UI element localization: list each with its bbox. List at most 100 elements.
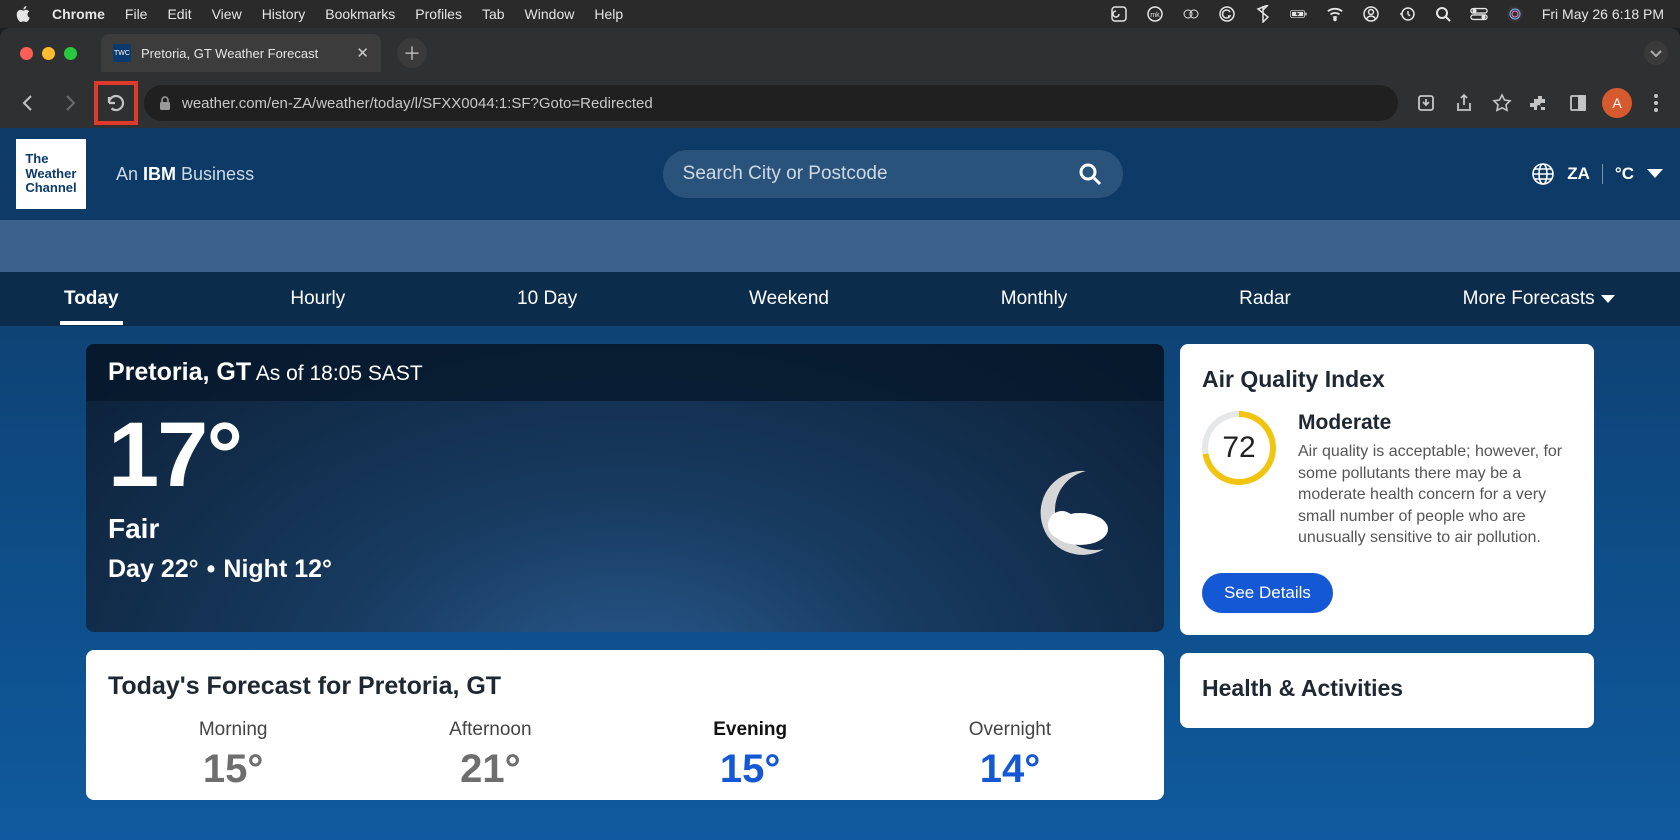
- see-details-button[interactable]: See Details: [1202, 573, 1333, 613]
- sidepanel-icon[interactable]: [1564, 89, 1592, 117]
- menu-tab[interactable]: Tab: [482, 6, 505, 22]
- tab-weekend[interactable]: Weekend: [745, 274, 833, 324]
- aqi-level: Moderate: [1298, 411, 1572, 435]
- period-afternoon[interactable]: Afternoon 21°: [449, 719, 531, 792]
- site-header: The Weather Channel An IBM Business Sear…: [0, 128, 1680, 220]
- back-button[interactable]: [10, 85, 46, 121]
- url-text: weather.com/en-ZA/weather/today/l/SFXX00…: [182, 95, 653, 112]
- menubar-status-icon[interactable]: mk: [1146, 5, 1164, 23]
- wifi-icon[interactable]: [1326, 5, 1344, 23]
- period-overnight[interactable]: Overnight 14°: [969, 719, 1051, 792]
- locale-selector[interactable]: ZA °C: [1531, 162, 1664, 186]
- menubar-app-name[interactable]: Chrome: [52, 6, 105, 22]
- forecast-tabs: Today Hourly 10 Day Weekend Monthly Rada…: [0, 272, 1680, 326]
- menu-bookmarks[interactable]: Bookmarks: [325, 6, 395, 22]
- aqi-gauge: 72: [1202, 411, 1276, 485]
- health-title: Health & Activities: [1202, 675, 1572, 702]
- extensions-icon[interactable]: [1526, 89, 1554, 117]
- period-morning[interactable]: Morning 15°: [199, 719, 268, 792]
- menu-edit[interactable]: Edit: [167, 6, 191, 22]
- search-input[interactable]: Search City or Postcode: [663, 150, 1123, 198]
- address-bar[interactable]: weather.com/en-ZA/weather/today/l/SFXX00…: [144, 85, 1398, 121]
- minimize-window-button[interactable]: [42, 47, 55, 60]
- page-content: The Weather Channel An IBM Business Sear…: [0, 128, 1680, 840]
- air-quality-card: Air Quality Index 72 Moderate Air qualit…: [1180, 344, 1594, 635]
- bluetooth-icon[interactable]: [1254, 5, 1272, 23]
- search-icon[interactable]: [1077, 161, 1103, 187]
- day-night-temps: Day 22°•Night 12°: [108, 555, 1142, 584]
- current-conditions-card: Pretoria, GT As of 18:05 SAST 17° Fair D…: [86, 344, 1164, 632]
- window-controls[interactable]: [20, 47, 77, 60]
- search-placeholder: Search City or Postcode: [683, 163, 888, 185]
- moon-cloud-icon: [1008, 451, 1128, 571]
- period-temp: 15°: [713, 747, 787, 792]
- tab-favicon: TWC: [113, 44, 131, 62]
- menu-file[interactable]: File: [125, 6, 148, 22]
- aqi-title: Air Quality Index: [1202, 366, 1572, 393]
- tab-10day[interactable]: 10 Day: [513, 274, 581, 324]
- macos-menubar: Chrome File Edit View History Bookmarks …: [0, 0, 1680, 28]
- menu-profiles[interactable]: Profiles: [415, 6, 462, 22]
- menubar-status-icon[interactable]: [1110, 5, 1128, 23]
- tab-overflow-button[interactable]: [1642, 39, 1670, 67]
- browser-chrome: TWC Pretoria, GT Weather Forecast ✕ ＋ we…: [0, 28, 1680, 128]
- user-icon[interactable]: [1362, 5, 1380, 23]
- profile-avatar[interactable]: A: [1602, 88, 1632, 118]
- menu-help[interactable]: Help: [594, 6, 623, 22]
- share-icon[interactable]: [1450, 89, 1478, 117]
- health-activities-card: Health & Activities: [1180, 653, 1594, 728]
- tab-monthly[interactable]: Monthly: [997, 274, 1072, 324]
- siri-icon[interactable]: [1506, 5, 1524, 23]
- ad-placeholder-bar: [0, 220, 1680, 272]
- unit-label: °C: [1615, 164, 1634, 184]
- menu-history[interactable]: History: [262, 6, 306, 22]
- menu-window[interactable]: Window: [525, 6, 575, 22]
- menubar-status-icon[interactable]: [1182, 5, 1200, 23]
- locale-code: ZA: [1567, 164, 1590, 184]
- aqi-description: Air quality is acceptable; however, for …: [1298, 441, 1572, 549]
- install-pwa-icon[interactable]: [1412, 89, 1440, 117]
- bookmark-star-icon[interactable]: [1488, 89, 1516, 117]
- kebab-menu-icon[interactable]: [1642, 89, 1670, 117]
- close-tab-icon[interactable]: ✕: [356, 44, 369, 62]
- fullscreen-window-button[interactable]: [64, 47, 77, 60]
- forecast-title: Today's Forecast for Pretoria, GT: [108, 672, 1142, 701]
- weather-channel-logo[interactable]: The Weather Channel: [16, 139, 86, 209]
- grammarly-icon[interactable]: [1218, 5, 1236, 23]
- period-label: Evening: [713, 719, 787, 741]
- svg-text:mk: mk: [1150, 12, 1160, 19]
- apple-icon[interactable]: [16, 6, 32, 22]
- current-condition: Fair: [108, 513, 1142, 545]
- site-tagline: An IBM Business: [116, 164, 254, 185]
- chevron-down-icon: [1646, 168, 1664, 180]
- tab-hourly[interactable]: Hourly: [286, 274, 349, 324]
- forward-button: [52, 85, 88, 121]
- period-temp: 14°: [969, 747, 1051, 792]
- todays-forecast-card: Today's Forecast for Pretoria, GT Mornin…: [86, 650, 1164, 800]
- battery-icon[interactable]: [1290, 5, 1308, 23]
- lock-icon: [158, 95, 172, 111]
- divider: [1602, 164, 1603, 184]
- asof-label: As of 18:05 SAST: [256, 362, 423, 385]
- period-temp: 15°: [199, 747, 268, 792]
- tab-title: Pretoria, GT Weather Forecast: [141, 46, 318, 61]
- browser-tab[interactable]: TWC Pretoria, GT Weather Forecast ✕: [101, 34, 381, 72]
- globe-icon: [1531, 162, 1555, 186]
- control-center-icon[interactable]: [1470, 5, 1488, 23]
- aqi-value: 72: [1222, 431, 1255, 465]
- close-window-button[interactable]: [20, 47, 33, 60]
- timemachine-icon[interactable]: [1398, 5, 1416, 23]
- menu-view[interactable]: View: [212, 6, 242, 22]
- period-evening[interactable]: Evening 15°: [713, 719, 787, 792]
- tab-radar[interactable]: Radar: [1235, 274, 1295, 324]
- tab-today[interactable]: Today: [60, 274, 123, 324]
- reload-button-highlighted[interactable]: [94, 81, 138, 125]
- tab-more-forecasts[interactable]: More Forecasts: [1459, 274, 1620, 324]
- new-tab-button[interactable]: ＋: [397, 38, 427, 68]
- location-name: Pretoria, GT: [108, 358, 251, 386]
- spotlight-icon[interactable]: [1434, 5, 1452, 23]
- menubar-clock[interactable]: Fri May 26 6:18 PM: [1542, 6, 1664, 22]
- current-temperature: 17°: [108, 409, 1142, 501]
- period-label: Overnight: [969, 719, 1051, 741]
- period-label: Morning: [199, 719, 268, 741]
